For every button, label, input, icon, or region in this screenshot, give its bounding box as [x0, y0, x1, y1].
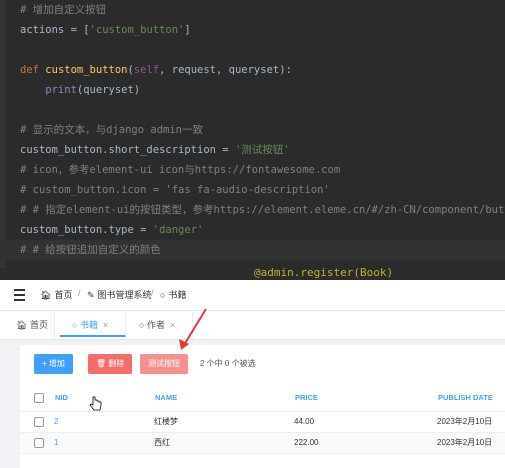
hand-cursor-icon — [89, 396, 102, 411]
annotation-arrow-icon — [179, 308, 207, 350]
